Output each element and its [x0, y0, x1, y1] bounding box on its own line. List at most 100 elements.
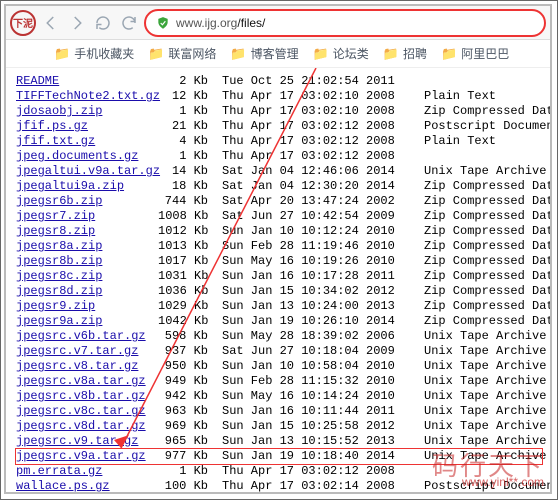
- bookmark-item[interactable]: 📁博客管理: [230, 45, 298, 62]
- file-date: Sun May 16 10:19:26 2010: [218, 254, 418, 269]
- file-description: [418, 149, 542, 164]
- file-description: Unix Tape Archive: [418, 329, 546, 344]
- file-link[interactable]: jpegsrc.v8.tar.gz: [16, 359, 138, 373]
- file-link[interactable]: jpegsrc.v8c.tar.gz: [16, 404, 146, 418]
- file-row: jpegaltui9a.zip18 KbSat Jan 04 12:30:20 …: [16, 179, 542, 194]
- file-row: jdosaobj.zip1 KbThu Apr 17 03:02:10 2008…: [16, 104, 542, 119]
- file-row: jpegsrc.v9a.tar.gz977 KbSun Jan 19 10:18…: [16, 449, 542, 464]
- file-description: Zip Compressed Data: [418, 269, 550, 284]
- file-description: Unix Tape Archive: [418, 434, 546, 449]
- file-size: 1012 Kb: [158, 224, 218, 239]
- bookmark-item[interactable]: 📁阿里巴巴: [441, 45, 509, 62]
- file-row: pm.errata.gz1 KbThu Apr 17 03:02:12 2008: [16, 464, 542, 479]
- bookmark-item[interactable]: 📁手机收藏夹: [54, 45, 134, 62]
- bookmark-item[interactable]: 📁招聘: [383, 45, 427, 62]
- nav-icons: [42, 14, 138, 32]
- file-link[interactable]: jpegsrc.v7.tar.gz: [16, 344, 138, 358]
- folder-icon: 📁: [313, 46, 329, 62]
- file-description: Zip Compressed Data: [418, 224, 550, 239]
- file-date: Sun Jan 19 10:26:10 2014: [218, 314, 418, 329]
- page-content: README2 KbTue Oct 25 21:02:54 2011TIFFTe…: [6, 68, 550, 492]
- file-date: Sun Jan 16 10:11:44 2011: [218, 404, 418, 419]
- file-row: jpegsrc.v9.tar.gz965 KbSun Jan 13 10:15:…: [16, 434, 542, 449]
- file-description: Unix Tape Archive: [418, 449, 546, 464]
- file-description: Postscript Document: [418, 479, 550, 492]
- file-link[interactable]: jfif.ps.gz: [16, 119, 88, 133]
- file-date: Thu Apr 17 03:02:14 2008: [218, 479, 418, 492]
- back-button[interactable]: [42, 14, 60, 32]
- file-link[interactable]: README: [16, 74, 59, 88]
- file-link[interactable]: jdosaobj.zip: [16, 104, 102, 118]
- file-link[interactable]: jpegsr9a.zip: [16, 314, 102, 328]
- file-size: 2 Kb: [158, 74, 218, 89]
- file-link[interactable]: jpegsrc.v6b.tar.gz: [16, 329, 146, 343]
- file-link[interactable]: wallace.ps.gz: [16, 479, 110, 492]
- file-size: 1036 Kb: [158, 284, 218, 299]
- undo-button[interactable]: [120, 14, 138, 32]
- file-description: Plain Text: [418, 134, 542, 149]
- file-link[interactable]: jpegsr8a.zip: [16, 239, 102, 253]
- file-link[interactable]: jpegsr8b.zip: [16, 254, 102, 268]
- file-size: 1017 Kb: [158, 254, 218, 269]
- file-row: jpegsrc.v8a.tar.gz949 KbSun Feb 28 11:15…: [16, 374, 542, 389]
- file-date: Sun Jan 13 10:24:00 2013: [218, 299, 418, 314]
- file-size: 1031 Kb: [158, 269, 218, 284]
- file-link[interactable]: jpegsrc.v9.tar.gz: [16, 434, 138, 448]
- file-link[interactable]: jpegsrc.v8a.tar.gz: [16, 374, 146, 388]
- file-row: jpegsr8c.zip1031 KbSun Jan 16 10:17:28 2…: [16, 269, 542, 284]
- bookmark-item[interactable]: 📁联富网络: [148, 45, 216, 62]
- file-link[interactable]: jfif.txt.gz: [16, 134, 95, 148]
- file-date: Sun Jan 10 10:58:04 2010: [218, 359, 418, 374]
- logo-text: 下泥: [13, 15, 33, 30]
- file-description: Zip Compressed Data: [418, 209, 550, 224]
- forward-button[interactable]: [68, 14, 86, 32]
- file-link[interactable]: jpegsr8.zip: [16, 224, 95, 238]
- file-description: Unix Tape Archive: [418, 404, 546, 419]
- file-date: Sat Apr 20 13:47:24 2002: [218, 194, 418, 209]
- file-link[interactable]: jpeg.documents.gz: [16, 149, 138, 163]
- file-description: Unix Tape Archive: [418, 359, 546, 374]
- browser-navbar: 下泥 www.ijg.org/files/: [6, 6, 550, 40]
- file-description: [418, 74, 542, 89]
- file-row: jpegsr7.zip1008 KbSat Jun 27 10:42:54 20…: [16, 209, 542, 224]
- file-description: Unix Tape Archive: [418, 164, 546, 179]
- file-link[interactable]: TIFFTechNote2.txt.gz: [16, 89, 160, 103]
- file-description: Zip Compressed Data: [418, 239, 550, 254]
- file-link[interactable]: jpegsrc.v8b.tar.gz: [16, 389, 146, 403]
- bookmark-label: 手机收藏夹: [74, 45, 134, 62]
- bookmark-label: 博客管理: [251, 45, 299, 62]
- folder-icon: 📁: [383, 46, 399, 62]
- file-size: 21 Kb: [158, 119, 218, 134]
- file-link[interactable]: jpegaltui9a.zip: [16, 179, 124, 193]
- file-date: Sun May 16 10:14:24 2010: [218, 389, 418, 404]
- file-link[interactable]: jpegsr8d.zip: [16, 284, 102, 298]
- file-link[interactable]: jpegsrc.v9a.tar.gz: [16, 449, 146, 463]
- file-link[interactable]: pm.errata.gz: [16, 464, 102, 478]
- file-link[interactable]: jpegsr7.zip: [16, 209, 95, 223]
- file-description: Zip Compressed Data: [418, 179, 550, 194]
- reload-button[interactable]: [94, 14, 112, 32]
- file-row: jpeg.documents.gz1 KbThu Apr 17 03:02:12…: [16, 149, 542, 164]
- file-size: 937 Kb: [158, 344, 218, 359]
- file-row: jpegsrc.v7.tar.gz937 KbSat Jun 27 10:18:…: [16, 344, 542, 359]
- file-row: wallace.ps.gz100 KbThu Apr 17 03:02:14 2…: [16, 479, 542, 492]
- file-row: jpegsrc.v6b.tar.gz598 KbSun May 28 18:39…: [16, 329, 542, 344]
- file-link[interactable]: jpegaltui.v9a.tar.gz: [16, 164, 160, 178]
- file-size: 1029 Kb: [158, 299, 218, 314]
- file-date: Thu Apr 17 03:02:12 2008: [218, 134, 418, 149]
- file-link[interactable]: jpegsrc.v8d.tar.gz: [16, 419, 146, 433]
- bookmark-item[interactable]: 📁论坛类: [313, 45, 369, 62]
- file-link[interactable]: jpegsr9.zip: [16, 299, 95, 313]
- file-row: jpegsr9a.zip1042 KbSun Jan 19 10:26:10 2…: [16, 314, 542, 329]
- file-row: jpegsrc.v8.tar.gz950 KbSun Jan 10 10:58:…: [16, 359, 542, 374]
- bookmark-label: 阿里巴巴: [461, 45, 509, 62]
- file-link[interactable]: jpegsr6b.zip: [16, 194, 102, 208]
- url-bar[interactable]: www.ijg.org/files/: [144, 9, 546, 37]
- file-size: 965 Kb: [158, 434, 218, 449]
- file-row: jpegsrc.v8b.tar.gz942 KbSun May 16 10:14…: [16, 389, 542, 404]
- file-description: Unix Tape Archive: [418, 419, 546, 434]
- file-row: jpegsr6b.zip744 KbSat Apr 20 13:47:24 20…: [16, 194, 542, 209]
- file-link[interactable]: jpegsr8c.zip: [16, 269, 102, 283]
- folder-icon: 📁: [441, 46, 457, 62]
- file-listing: README2 KbTue Oct 25 21:02:54 2011TIFFTe…: [16, 74, 542, 492]
